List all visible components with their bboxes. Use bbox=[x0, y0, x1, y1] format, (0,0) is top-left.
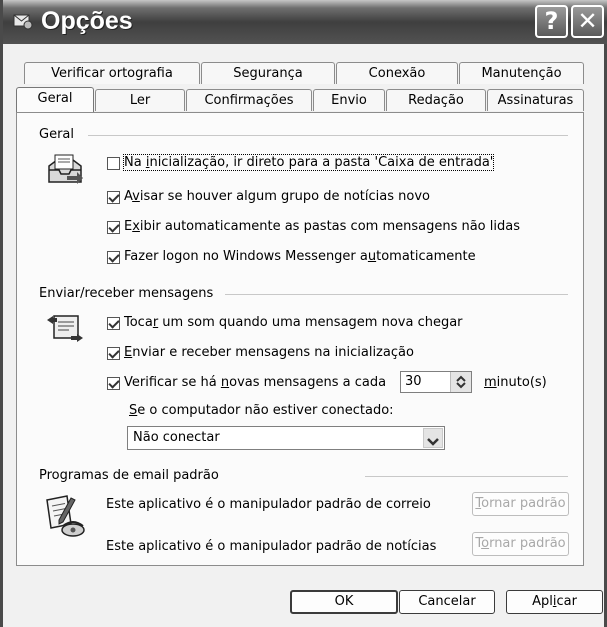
group-heading-default-programs: Programas de email padrão bbox=[39, 468, 225, 483]
send-receive-icon bbox=[45, 312, 85, 350]
label-messenger-logon[interactable]: Fazer logon no Windows Messenger automat… bbox=[124, 249, 476, 264]
offline-behavior-select[interactable]: Não conectar bbox=[127, 426, 445, 450]
checkbox-notify-newsgroups[interactable] bbox=[107, 191, 120, 204]
chevron-down-icon bbox=[427, 433, 439, 455]
label-offline-behavior: Se o computador não estiver conectado: bbox=[129, 403, 394, 418]
group-heading-send-receive: Enviar/receber mensagens bbox=[39, 286, 220, 301]
label-default-mail-handler: Este aplicativo é o manipulador padrão d… bbox=[106, 497, 431, 512]
group-separator bbox=[88, 135, 568, 136]
label-send-receive-startup[interactable]: Enviar e receber mensagens na inicializa… bbox=[124, 345, 414, 360]
label-startup-inbox[interactable]: Na inicialização, ir direto para a pasta… bbox=[122, 154, 495, 171]
checkbox-show-unread-folders[interactable] bbox=[107, 221, 120, 234]
dropdown-button[interactable] bbox=[423, 428, 443, 448]
label-minutes-unit: minuto(s) bbox=[484, 375, 547, 390]
interval-spin-button[interactable] bbox=[450, 372, 471, 392]
inbox-tray-icon bbox=[45, 152, 85, 192]
mail-pen-phone-icon bbox=[43, 494, 87, 544]
label-check-new-messages[interactable]: Verificar se há novas mensagens a cada bbox=[124, 375, 386, 390]
checkbox-send-receive-startup[interactable] bbox=[107, 347, 120, 360]
checkbox-check-new-messages[interactable] bbox=[107, 377, 120, 390]
options-dialog: Opções ? ✕ Verificar ortografia Seguranç… bbox=[0, 0, 607, 627]
group-heading-geral: Geral bbox=[39, 127, 80, 142]
make-default-mail-button[interactable]: Tornar padrão bbox=[472, 492, 569, 516]
group-separator bbox=[225, 294, 568, 295]
checkbox-play-sound[interactable] bbox=[107, 317, 120, 330]
group-separator bbox=[365, 476, 568, 477]
label-show-unread-folders[interactable]: Exibir automaticamente as pastas com men… bbox=[124, 219, 520, 234]
label-notify-newsgroups[interactable]: Avisar se houver algum grupo de notícias… bbox=[124, 189, 430, 204]
label-play-sound[interactable]: Tocar um som quando uma mensagem nova ch… bbox=[124, 315, 463, 330]
label-default-news-handler: Este aplicativo é o manipulador padrão d… bbox=[106, 539, 437, 554]
panel-content: Geral Na inicialização, ir direto para a… bbox=[3, 0, 607, 627]
checkbox-startup-inbox[interactable] bbox=[107, 157, 120, 170]
spin-arrows-icon bbox=[454, 374, 468, 394]
make-default-news-button[interactable]: Tornar padrão bbox=[472, 532, 569, 556]
checkbox-messenger-logon[interactable] bbox=[107, 251, 120, 264]
offline-behavior-value: Não conectar bbox=[133, 430, 220, 445]
